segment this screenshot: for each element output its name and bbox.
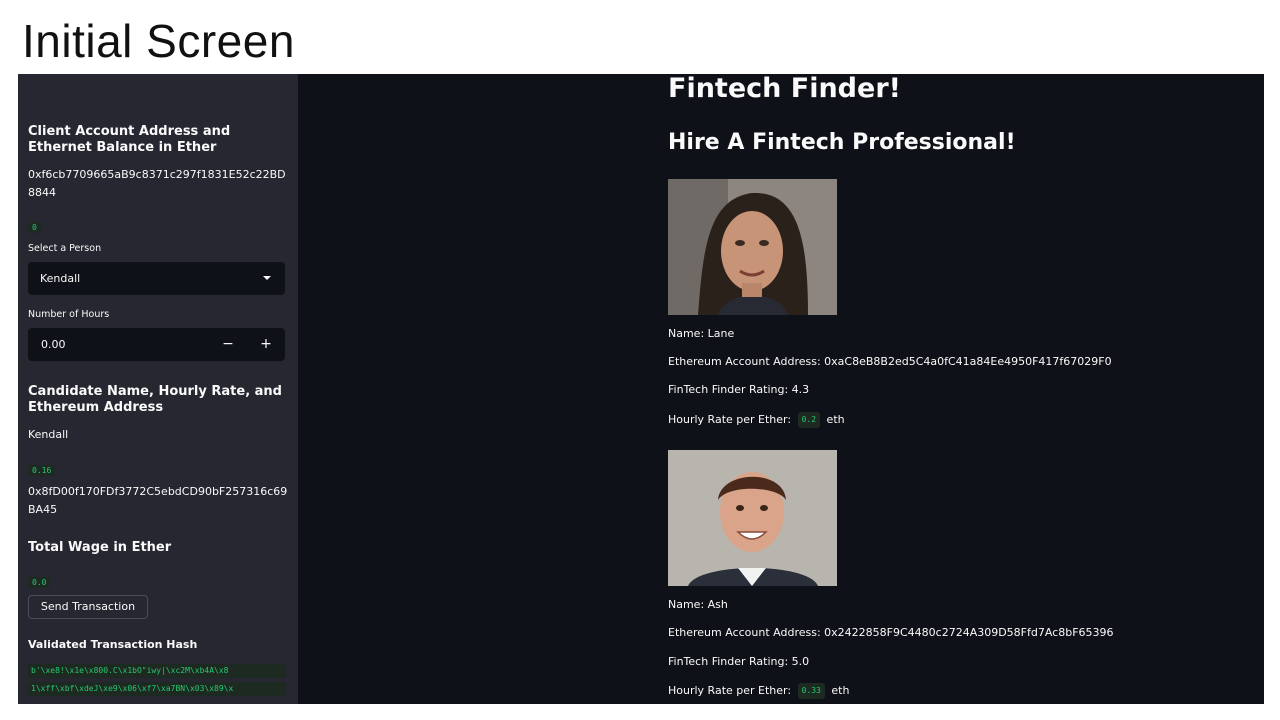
sidebar: Client Account Address and Ethernet Bala…: [18, 74, 298, 704]
client-address-line2: 8844: [28, 186, 56, 199]
page-title: Fintech Finder!: [668, 74, 901, 104]
candidate-address: 0x8fD00f170FDf3772C5ebdCD90bF257316c69 B…: [28, 483, 288, 519]
client-balance-value: 0: [28, 222, 41, 233]
candidate-rate-value: 0.16: [28, 465, 56, 476]
transaction-hash-line2: 1\xff\xbf\xdeJ\xe9\x06\xf7\xa7BN\x03\x89…: [28, 682, 286, 696]
page-subtitle: Hire A Fintech Professional!: [668, 130, 1016, 155]
candidate-photo-ash: [668, 450, 837, 586]
chevron-down-icon: [263, 276, 271, 280]
candidate-photo-lane-image: [668, 179, 837, 315]
candidate-address-line2: BA45: [28, 503, 58, 516]
minus-icon[interactable]: −: [209, 328, 247, 361]
candidate-name-lane: Name: Lane: [668, 327, 735, 340]
client-account-heading: Client Account Address and Ethernet Bala…: [28, 124, 231, 155]
client-address-line1: 0xf6cb7709665aB9c8371c297f1831E52c22BD: [28, 168, 286, 181]
transaction-hash-line1: b'\xe8!\x1e\x800.C\x1bO"iwy|\xc2M\xb4A\x…: [28, 664, 286, 678]
main-content: Fintech Finder! Hire A Fintech Professio…: [668, 74, 1264, 704]
candidate-name: Kendall: [28, 428, 69, 441]
client-address: 0xf6cb7709665aB9c8371c297f1831E52c22BD 8…: [28, 166, 286, 202]
select-person-dropdown[interactable]: Kendall: [28, 262, 285, 295]
slide-title: Initial Screen: [22, 15, 295, 67]
candidate-rate: 0.16: [28, 458, 284, 477]
number-of-hours-input[interactable]: 0.00 − +: [28, 328, 285, 361]
candidate-rate-lane: Hourly Rate per Ether: 0.2 eth: [668, 412, 845, 428]
candidate-photo-ash-image: [668, 450, 837, 586]
streamlit-app: Client Account Address and Ethernet Bala…: [18, 74, 1264, 704]
total-wage: 0.0: [28, 570, 284, 589]
rate-label: Hourly Rate per Ether:: [668, 684, 792, 697]
rate-value: 0.2: [797, 412, 821, 428]
rate-unit: eth: [831, 684, 850, 697]
select-person-label: Select a Person: [28, 243, 102, 254]
total-wage-value: 0.0: [28, 577, 51, 588]
rate-value: 0.33: [797, 683, 825, 699]
candidate-address-ash: Ethereum Account Address: 0x2422858F9C44…: [668, 626, 1114, 639]
number-of-hours-label: Number of Hours: [28, 309, 110, 320]
candidate-rate-ash: Hourly Rate per Ether: 0.33 eth: [668, 683, 849, 699]
validated-hash-heading: Validated Transaction Hash: [28, 638, 198, 651]
number-of-hours-value: 0.00: [41, 338, 66, 351]
candidate-rating-lane: FinTech Finder Rating: 4.3: [668, 383, 810, 396]
send-transaction-button[interactable]: Send Transaction: [28, 595, 148, 619]
candidate-heading: Candidate Name, Hourly Rate, and Ethereu…: [28, 384, 282, 415]
client-balance: 0: [28, 215, 284, 234]
candidate-address-line1: 0x8fD00f170FDf3772C5ebdCD90bF257316c69: [28, 485, 288, 498]
select-person-value: Kendall: [40, 272, 81, 285]
rate-unit: eth: [826, 413, 845, 426]
plus-icon[interactable]: +: [247, 328, 285, 361]
total-wage-heading: Total Wage in Ether: [28, 540, 172, 555]
candidate-name-ash: Name: Ash: [668, 598, 728, 611]
candidate-photo-lane: [668, 179, 837, 315]
candidate-rating-ash: FinTech Finder Rating: 5.0: [668, 655, 810, 668]
rate-label: Hourly Rate per Ether:: [668, 413, 792, 426]
candidate-address-lane: Ethereum Account Address: 0xaC8eB8B2ed5C…: [668, 355, 1112, 368]
